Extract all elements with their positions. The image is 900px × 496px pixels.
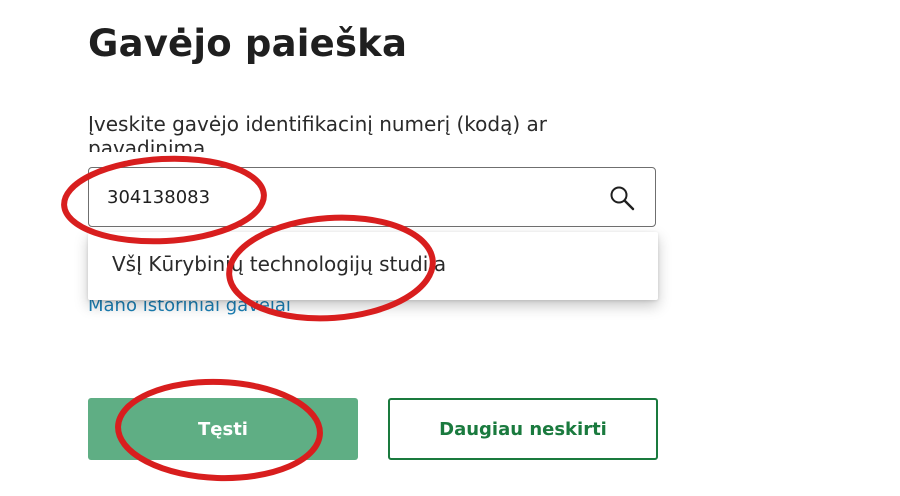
suggestion-dropdown: VšĮ Kūrybinių technologijų studija bbox=[88, 232, 658, 300]
do-not-assign-more-button[interactable]: Daugiau neskirti bbox=[388, 398, 658, 460]
search-box[interactable] bbox=[88, 167, 656, 227]
search-input[interactable] bbox=[107, 168, 587, 226]
suggestion-item[interactable]: VšĮ Kūrybinių technologijų studija bbox=[112, 252, 446, 276]
search-field-label: Įveskite gavėjo identifikacinį numerį (k… bbox=[88, 112, 547, 152]
continue-button[interactable]: Tęsti bbox=[88, 398, 358, 460]
search-icon[interactable] bbox=[609, 185, 635, 211]
page-title: Gavėjo paieška bbox=[88, 22, 408, 65]
recipient-search-page: Gavėjo paieška Įveskite gavėjo identifik… bbox=[0, 0, 900, 496]
